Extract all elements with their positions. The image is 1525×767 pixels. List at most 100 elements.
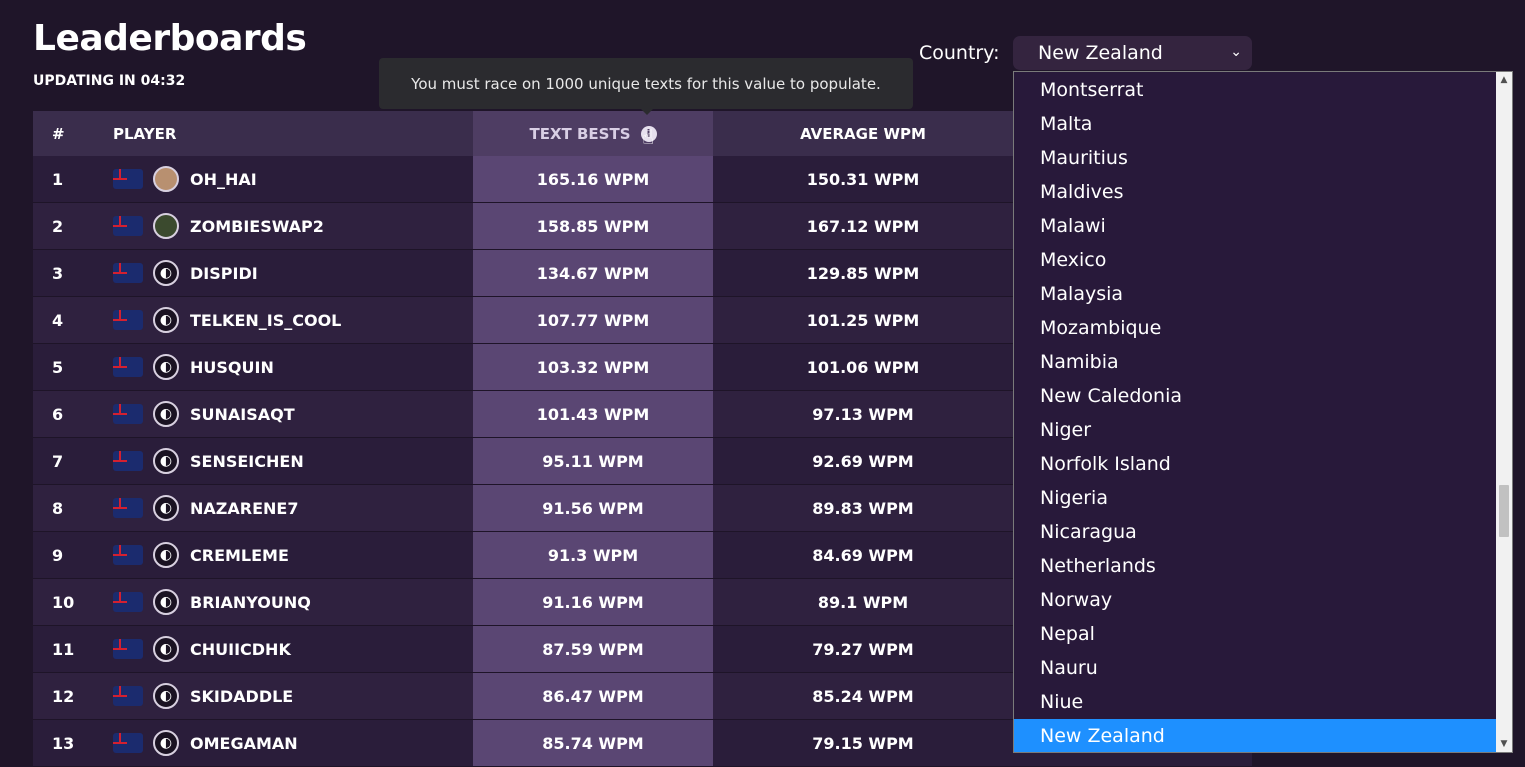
flag-icon (113, 498, 143, 518)
hand-cursor-icon: ☝ (642, 125, 655, 149)
player-name[interactable]: CHUIICDHK (190, 640, 291, 659)
player-cell[interactable]: ◐ CHUIICDHK (113, 626, 473, 672)
flag-icon (113, 686, 143, 706)
avatar[interactable]: ◐ (153, 307, 179, 333)
country-option[interactable]: Niue (1014, 685, 1497, 719)
text-bests-cell: 87.59 WPM (473, 626, 713, 672)
rank-cell: 1 (52, 169, 64, 189)
leaderboards-page: Leaderboards UPDATING IN 04:32 # PLAYER … (0, 0, 1525, 767)
avatar[interactable]: ◐ (153, 683, 179, 709)
avatar[interactable]: ◐ (153, 448, 179, 474)
country-option[interactable]: Nigeria (1014, 481, 1497, 515)
country-option[interactable]: Malawi (1014, 209, 1497, 243)
country-option[interactable]: Malaysia (1014, 277, 1497, 311)
text-bests-cell: 91.16 WPM (473, 579, 713, 625)
country-options: Montserrat Malta Mauritius Maldives Malawi Me… (1014, 72, 1497, 752)
update-timer: UPDATING IN 04:32 (33, 73, 186, 89)
avatar[interactable]: ◐ (153, 636, 179, 662)
avatar[interactable]: ◐ (153, 542, 179, 568)
scroll-down-arrow-icon[interactable]: ▼ (1496, 736, 1512, 752)
country-option[interactable]: Mozambique (1014, 311, 1497, 345)
country-option[interactable]: Niger (1014, 413, 1497, 447)
country-option[interactable]: Malta (1014, 107, 1497, 141)
player-name[interactable]: ZOMBIESWAP2 (190, 217, 324, 236)
country-option[interactable]: Mauritius (1014, 141, 1497, 175)
text-bests-cell: 165.16 WPM (473, 156, 713, 202)
country-option[interactable]: Montserrat (1014, 73, 1497, 107)
player-name[interactable]: OH_HAI (190, 170, 257, 189)
flag-icon (113, 216, 143, 236)
average-wpm-cell: 167.12 WPM (806, 216, 920, 236)
rank-cell: 8 (52, 498, 64, 518)
avatar[interactable]: ◐ (153, 730, 179, 756)
country-option[interactable]: Maldives (1014, 175, 1497, 209)
scrollbar[interactable]: ▲ ▼ (1496, 72, 1512, 752)
player-cell[interactable]: ◐ BRIANYOUNQ (113, 579, 473, 625)
player-name[interactable]: TELKEN_IS_COOL (190, 311, 341, 330)
player-cell[interactable]: ◐ SKIDADDLE (113, 673, 473, 719)
average-wpm-cell: 129.85 WPM (806, 263, 920, 283)
avatar[interactable]: ◐ (153, 589, 179, 615)
text-bests-cell: 158.85 WPM (473, 203, 713, 249)
player-cell[interactable]: ◐ DISPIDI (113, 250, 473, 296)
avatar[interactable]: ◐ (153, 495, 179, 521)
player-cell[interactable]: ZOMBIESWAP2 (113, 203, 473, 249)
player-cell[interactable]: ◐ SENSEICHEN (113, 438, 473, 484)
column-player[interactable]: PLAYER (113, 111, 473, 156)
flag-icon (113, 404, 143, 424)
text-bests-cell: 134.67 WPM (473, 250, 713, 296)
country-select[interactable]: New Zealand ⌄ (1013, 36, 1252, 70)
country-option[interactable]: New Zealand (1014, 719, 1497, 752)
country-option[interactable]: Norfolk Island (1014, 447, 1497, 481)
player-name[interactable]: SENSEICHEN (190, 452, 304, 471)
average-wpm-cell: 97.13 WPM (812, 404, 914, 424)
player-name[interactable]: BRIANYOUNQ (190, 593, 311, 612)
country-option[interactable]: New Caledonia (1014, 379, 1497, 413)
player-name[interactable]: SKIDADDLE (190, 687, 293, 706)
rank-cell: 12 (52, 686, 75, 706)
player-name[interactable]: HUSQUIN (190, 358, 274, 377)
column-text-bests[interactable]: TEXT BESTS i (473, 111, 713, 156)
flag-icon (113, 169, 143, 189)
country-option[interactable]: Namibia (1014, 345, 1497, 379)
player-name[interactable]: DISPIDI (190, 264, 258, 283)
country-option[interactable]: Nauru (1014, 651, 1497, 685)
flag-icon (113, 310, 143, 330)
player-name[interactable]: OMEGAMAN (190, 734, 298, 753)
column-average-wpm[interactable]: AVERAGE WPM (713, 111, 1013, 156)
country-option[interactable]: Norway (1014, 583, 1497, 617)
scroll-thumb[interactable] (1499, 485, 1509, 537)
player-name[interactable]: SUNAISAQT (190, 405, 295, 424)
player-name[interactable]: CREMLEME (190, 546, 289, 565)
country-option[interactable]: Mexico (1014, 243, 1497, 277)
average-wpm-cell: 85.24 WPM (812, 686, 914, 706)
average-wpm-cell: 79.15 WPM (812, 733, 914, 753)
flag-icon (113, 733, 143, 753)
scroll-up-arrow-icon[interactable]: ▲ (1496, 72, 1512, 88)
flag-icon (113, 545, 143, 565)
avatar[interactable] (153, 166, 179, 192)
player-cell[interactable]: ◐ OMEGAMAN (113, 720, 473, 766)
average-wpm-cell: 84.69 WPM (812, 545, 914, 565)
player-cell[interactable]: OH_HAI (113, 156, 473, 202)
player-name[interactable]: NAZARENE7 (190, 499, 298, 518)
country-option[interactable]: Nepal (1014, 617, 1497, 651)
country-dropdown-list[interactable]: Montserrat Malta Mauritius Maldives Malawi Me… (1013, 71, 1513, 753)
avatar[interactable] (153, 213, 179, 239)
country-option[interactable]: Netherlands (1014, 549, 1497, 583)
player-cell[interactable]: ◐ HUSQUIN (113, 344, 473, 390)
avatar[interactable]: ◐ (153, 260, 179, 286)
chevron-down-icon: ⌄ (1230, 44, 1242, 60)
avatar[interactable]: ◐ (153, 354, 179, 380)
text-bests-cell: 103.32 WPM (473, 344, 713, 390)
avatar[interactable]: ◐ (153, 401, 179, 427)
average-wpm-cell: 92.69 WPM (812, 451, 914, 471)
player-cell[interactable]: ◐ TELKEN_IS_COOL (113, 297, 473, 343)
average-wpm-cell: 89.1 WPM (817, 592, 909, 612)
rank-cell: 10 (52, 592, 75, 612)
player-cell[interactable]: ◐ NAZARENE7 (113, 485, 473, 531)
country-option[interactable]: Nicaragua (1014, 515, 1497, 549)
player-cell[interactable]: ◐ SUNAISAQT (113, 391, 473, 437)
column-rank[interactable]: # (33, 111, 113, 156)
player-cell[interactable]: ◐ CREMLEME (113, 532, 473, 578)
